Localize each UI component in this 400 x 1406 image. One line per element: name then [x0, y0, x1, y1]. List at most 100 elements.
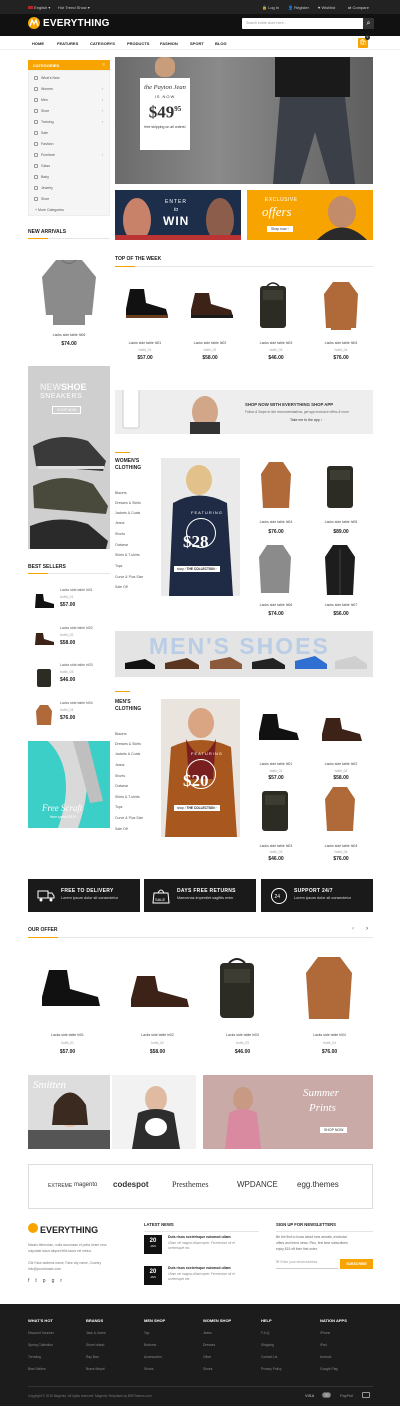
app-banner[interactable]: SHOP NOW WITH EVERYTHING SHOP APP Follow… — [115, 390, 373, 434]
womens-link[interactable]: Curve & Plus Size — [115, 575, 143, 579]
product-name[interactable]: Lacks side table hi01 — [117, 341, 173, 345]
product-name[interactable]: Lacks side table hi04 — [248, 520, 304, 524]
category-item[interactable]: Shoe — [41, 197, 49, 201]
mens-link[interactable]: Sale Off — [115, 827, 128, 831]
brand-extreme[interactable]: EXTREME — [48, 1183, 72, 1189]
categories-header[interactable]: CATEGORIES ≡ — [28, 60, 110, 70]
pinterest-icon[interactable]: p — [43, 1278, 52, 1284]
product-image-backpack[interactable] — [325, 460, 355, 510]
nav-sport[interactable]: SPORT — [190, 41, 204, 46]
news-title[interactable]: Duis risus scelerisque euismod ullam — [168, 1266, 231, 1270]
product-image-boot[interactable] — [253, 710, 301, 744]
footer-link[interactable]: Top — [144, 1331, 149, 1335]
womens-link[interactable]: Blazers — [115, 491, 127, 495]
mens-link[interactable]: Curve & Plus Size — [115, 816, 143, 820]
footer-link[interactable]: Android — [320, 1355, 331, 1359]
summer-prints-banner[interactable]: Summer Prints SHOP NOW — [203, 1075, 373, 1149]
best-seller-image[interactable] — [32, 631, 56, 647]
new-shoe-button[interactable]: SHOP NOW — [52, 406, 82, 414]
womens-link[interactable]: Outwear — [115, 543, 128, 547]
nav-categorys[interactable]: CATEGORYS — [90, 41, 115, 46]
mens-collection-button[interactable]: shop / THE COLLECTION › — [174, 805, 220, 811]
category-item[interactable]: Furniture — [41, 153, 55, 157]
chevron-right-icon[interactable]: › — [366, 926, 368, 932]
nav-fashion[interactable]: FASHION — [160, 41, 178, 46]
product-image-sweater[interactable] — [305, 955, 353, 1021]
womens-link[interactable]: Tops — [115, 564, 122, 568]
mens-shoes-banner[interactable]: MEN'S SHOES — [115, 631, 373, 677]
category-item[interactable]: Shoe — [41, 109, 49, 113]
product-image-sweater[interactable] — [260, 460, 292, 510]
footer-link[interactable]: Accessories — [144, 1355, 162, 1359]
rss-icon[interactable]: r — [60, 1278, 68, 1284]
product-name[interactable]: Lacks side table hi05 — [313, 520, 369, 524]
product-image-boot[interactable] — [120, 285, 170, 320]
mens-banner[interactable]: FEATURING $20 shop / THE COLLECTION › — [161, 699, 240, 837]
footer-link[interactable]: Privacy Policy — [261, 1367, 282, 1371]
footer-link[interactable]: Spring Collection — [28, 1343, 53, 1347]
product-image-sweater[interactable] — [323, 280, 359, 330]
twitter-icon[interactable]: t — [35, 1278, 42, 1284]
subscribe-button[interactable]: SUBSCRIBE — [340, 1259, 373, 1269]
category-item[interactable]: Fashion — [41, 142, 53, 146]
category-item[interactable]: Training — [41, 120, 54, 124]
exclusive-offers-banner[interactable]: EXCLUSIVE offers Shop now › — [247, 190, 373, 240]
register-link[interactable]: 👤 Register — [288, 5, 309, 10]
nav-features[interactable]: FEATURES — [57, 41, 78, 46]
best-seller-image[interactable] — [32, 592, 56, 610]
logo-text[interactable]: EVERYTHING — [43, 18, 110, 29]
womens-banner[interactable]: FEATURING $28 shop / THE COLLECTION › — [161, 458, 240, 596]
product-name[interactable]: Lacks side table hi03 — [248, 844, 304, 848]
free-scarf-banner[interactable]: Free Scraft from spend $120 — [28, 741, 110, 828]
product-name[interactable]: Lacks side table hi04 — [313, 844, 369, 848]
footer-link[interactable]: F.A.Q. — [261, 1331, 270, 1335]
product-name[interactable]: Lacks side table hi02 — [120, 1033, 195, 1037]
search-input[interactable]: Search entire store here... — [246, 21, 286, 25]
chevron-left-icon[interactable]: ‹ — [352, 926, 354, 932]
product-image-sweater[interactable] — [258, 543, 292, 595]
product-image-backpack[interactable] — [217, 955, 257, 1020]
social-icons[interactable]: ftpgr — [28, 1278, 68, 1284]
womens-link[interactable]: Dresses & Skirts — [115, 501, 141, 505]
footer-link[interactable]: Shoes — [203, 1367, 212, 1371]
footer-link[interactable]: Other — [203, 1355, 211, 1359]
product-name[interactable]: Lacks side table hi04 — [313, 341, 369, 345]
hot-trend-select[interactable]: Hot Trend Show ▾ — [58, 5, 90, 10]
app-cta-link[interactable]: Take me to the app › — [290, 418, 322, 422]
logo-icon[interactable] — [28, 17, 40, 29]
about-email[interactable]: info@yourdomain.com — [28, 1267, 61, 1271]
product-name[interactable]: Lacks side table hi01 — [30, 1033, 105, 1037]
footer-link[interactable]: Trending — [28, 1355, 41, 1359]
footer-link[interactable]: Contact Us — [261, 1355, 277, 1359]
footer-link[interactable]: iPhone — [320, 1331, 330, 1335]
enter-to-win-banner[interactable]: ENTER to WIN — [115, 190, 241, 240]
footer-link[interactable]: Shoes — [144, 1367, 153, 1371]
brand-codespot[interactable]: codespot — [113, 1180, 149, 1189]
product-name[interactable]: Lacks side table hi03 — [248, 341, 304, 345]
womens-link[interactable]: Shorts — [115, 532, 125, 536]
footer-link[interactable]: Best Sellers — [28, 1367, 46, 1371]
product-name[interactable]: Lacks side table hi06 — [28, 333, 110, 337]
product-name[interactable]: Lacks side table hi06 — [248, 603, 304, 607]
footer-link[interactable]: Dresses — [203, 1343, 215, 1347]
product-name[interactable]: Lacks side table hi01 — [248, 762, 304, 766]
category-item[interactable]: Women — [41, 87, 53, 91]
product-name[interactable]: Lacks side table hi07 — [313, 603, 369, 607]
brand-presthemes[interactable]: Presthemes — [172, 1180, 208, 1189]
product-image-sweater[interactable] — [324, 785, 356, 833]
product-name[interactable]: Lacks side table hi03 — [205, 1033, 280, 1037]
best-seller-image[interactable] — [36, 666, 52, 688]
footer-link[interactable]: Shipping — [261, 1343, 274, 1347]
search-box[interactable]: Search entire store here... ⌕ — [242, 18, 374, 29]
new-shoe-banner[interactable]: NEWSHOE SNEAKERS SHOP NOW — [28, 366, 110, 549]
product-name[interactable]: Lacks side table hi04 — [292, 1033, 367, 1037]
wishlist-link[interactable]: ♥ Wishlist — [318, 5, 335, 10]
category-item[interactable]: What's New — [41, 76, 60, 80]
puppy-banner[interactable] — [112, 1075, 196, 1149]
footer-link[interactable]: Ray Ban — [86, 1355, 99, 1359]
nav-products[interactable]: PRODUCTS — [127, 41, 149, 46]
mens-link[interactable]: Shorts — [115, 774, 125, 778]
mens-link[interactable]: Blazers — [115, 732, 127, 736]
login-link[interactable]: 🔒 Log In — [262, 5, 279, 10]
compare-link[interactable]: ⇄ Compare — [348, 5, 369, 10]
